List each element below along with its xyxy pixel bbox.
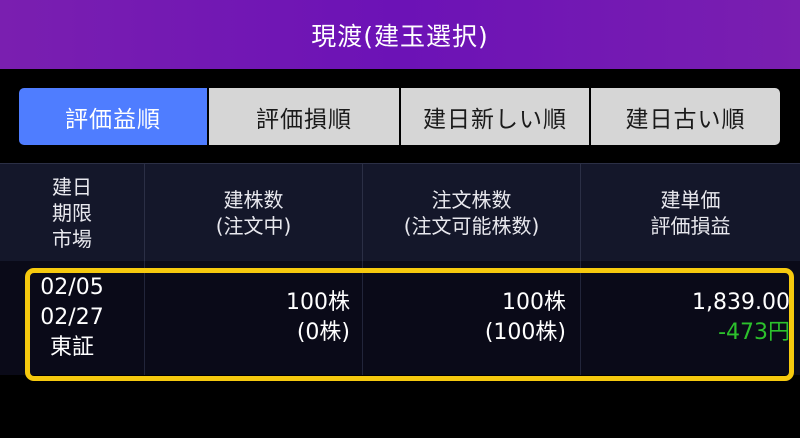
header-position-qty: 建株数 (注文中) [145,164,363,261]
header-label: 期限 [52,200,92,225]
cell-price-pnl: 1,839.00 -473円 [581,261,800,375]
header-label: 建日 [52,174,92,199]
header-label: 市場 [52,226,92,251]
tab-loss-order[interactable]: 評価損順 [209,88,401,145]
order-qty: 100株 [502,290,566,315]
header-label: 建株数 [223,187,284,212]
market-name: 東証 [49,335,94,360]
sort-tabs: 評価益順 評価損順 建日新しい順 建日古い順 [19,88,780,145]
available-qty: (100株) [484,320,566,345]
header-label: (注文中) [215,213,292,238]
expiry-date: 02/27 [40,305,104,330]
position-qty: 100株 [286,290,350,315]
page-title: 現渡(建玉選択) [311,21,489,51]
cell-date-expiry-market: 02/05 02/27 東証 [0,261,145,375]
pnl-value: -473円 [718,320,790,345]
header-order-qty: 注文株数 (注文可能株数) [363,164,581,261]
tab-newest-date-order[interactable]: 建日新しい順 [401,88,591,145]
tab-oldest-date-order[interactable]: 建日古い順 [591,88,780,145]
header-price-pnl: 建単価 評価損益 [581,164,800,261]
unit-price: 1,839.00 [692,290,790,315]
title-bar: 現渡(建玉選択) [0,0,800,69]
cell-position-qty: 100株 (0株) [145,261,363,375]
header-date-expiry-market: 建日 期限 市場 [0,164,145,261]
table-header: 建日 期限 市場 建株数 (注文中) 注文株数 (注文可能株数) 建単価 評価損… [0,163,800,261]
pending-qty: (0株) [296,320,350,345]
open-date: 02/05 [40,275,104,300]
header-label: 建単価 [660,187,721,212]
header-label: (注文可能株数) [403,213,540,238]
header-label: 注文株数 [431,187,512,212]
table-row[interactable]: 02/05 02/27 東証 100株 (0株) 100株 (100株) 1,8… [0,261,800,375]
tab-profit-order[interactable]: 評価益順 [19,88,209,145]
header-label: 評価損益 [650,213,731,238]
cell-order-qty: 100株 (100株) [363,261,581,375]
